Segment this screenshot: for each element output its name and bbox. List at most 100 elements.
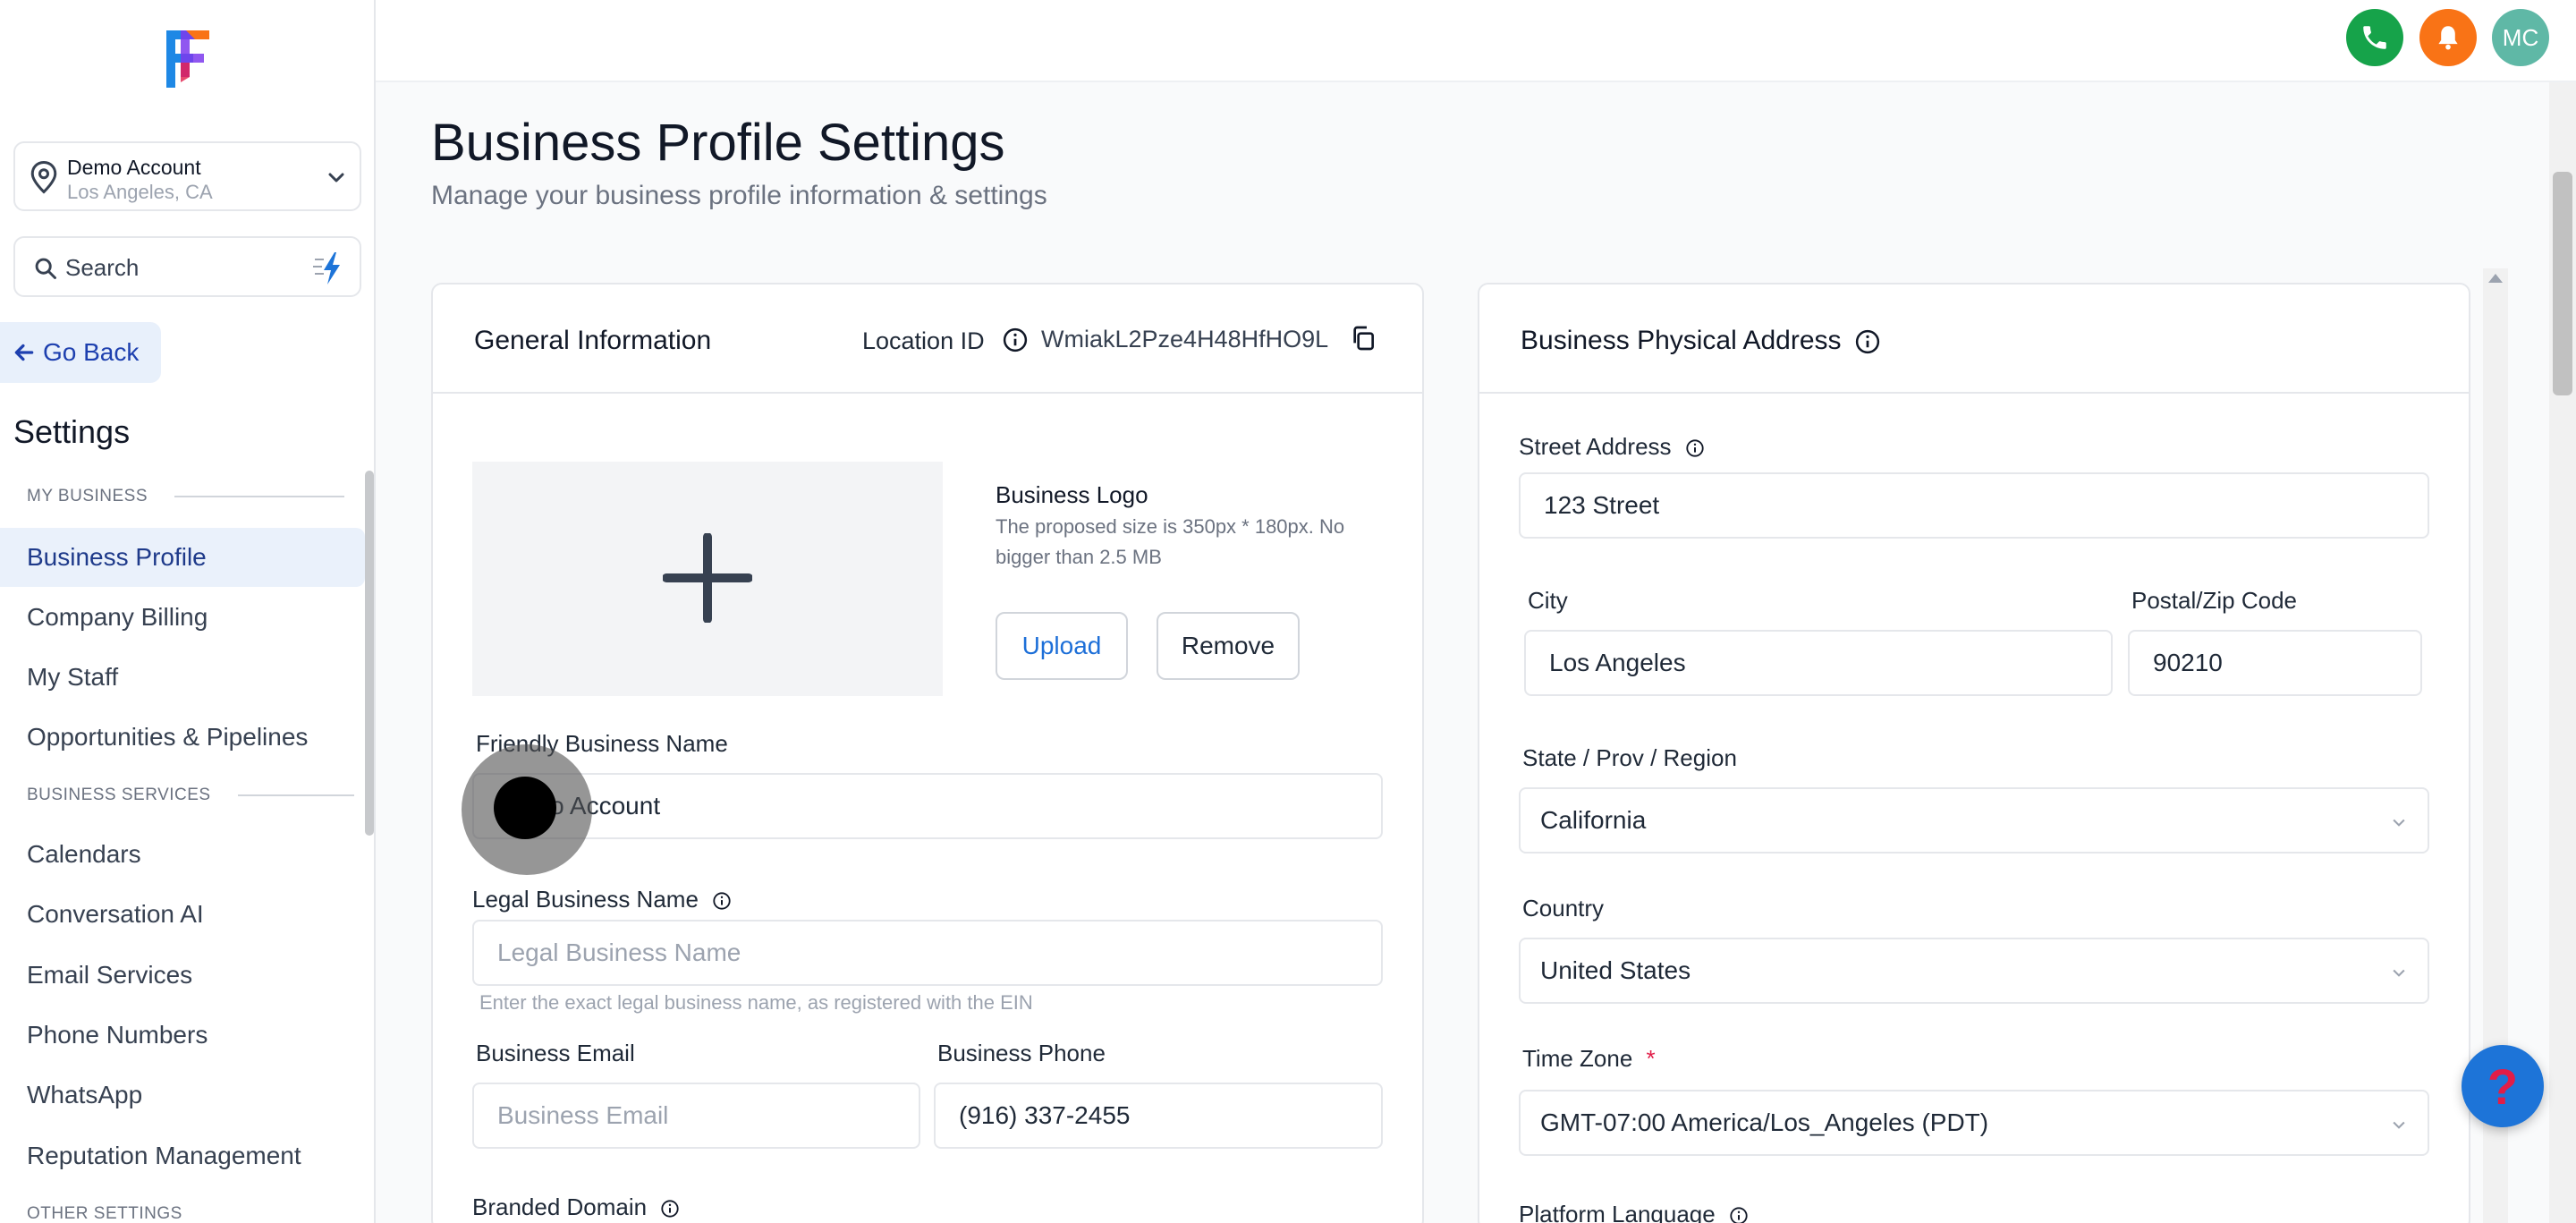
click-indicator-dot bbox=[494, 777, 556, 839]
country-value: United States bbox=[1540, 956, 1691, 984]
card-header: General Information Location ID WmiakL2P… bbox=[433, 285, 1422, 394]
info-icon[interactable] bbox=[1854, 328, 1881, 355]
business-email-input[interactable]: Business Email bbox=[472, 1083, 920, 1149]
info-icon[interactable] bbox=[1685, 438, 1705, 458]
sidebar-item-my-staff[interactable]: My Staff bbox=[0, 648, 365, 707]
legal-name-input[interactable]: Legal Business Name bbox=[472, 920, 1383, 986]
timezone-select[interactable]: GMT-07:00 America/Los_Angeles (PDT) bbox=[1519, 1090, 2429, 1156]
zip-input[interactable]: 90210 bbox=[2128, 630, 2422, 696]
section-my-business: MY BUSINESS bbox=[27, 487, 345, 506]
page-scrollbar[interactable] bbox=[2549, 82, 2576, 1223]
business-logo-title: Business Logo bbox=[996, 481, 1148, 508]
info-icon[interactable] bbox=[1002, 327, 1029, 353]
section-label: BUSINESS SERVICES bbox=[27, 786, 211, 804]
search-label: Search bbox=[65, 254, 140, 281]
timezone-label-text: Time Zone bbox=[1522, 1045, 1633, 1072]
lightning-icon[interactable] bbox=[311, 251, 347, 286]
info-icon[interactable] bbox=[712, 891, 732, 911]
user-avatar[interactable]: MC bbox=[2492, 9, 2549, 66]
logo-upload-area[interactable] bbox=[472, 462, 943, 696]
phone-icon bbox=[2363, 26, 2386, 49]
business-logo-help: The proposed size is 350px * 180px. No b… bbox=[996, 515, 1345, 568]
card-title: Business Physical Address bbox=[1521, 326, 1881, 356]
legal-name-help: Enter the exact legal business name, as … bbox=[479, 991, 1033, 1014]
sidebar-item-label: My Staff bbox=[27, 663, 119, 691]
info-icon[interactable] bbox=[1729, 1206, 1749, 1223]
chevron-down-icon bbox=[328, 173, 344, 183]
divider bbox=[237, 794, 354, 796]
sidebar-item-reputation-management[interactable]: Reputation Management bbox=[0, 1126, 365, 1185]
location-pin-icon bbox=[30, 160, 57, 194]
street-label: Street Address bbox=[1519, 433, 1705, 461]
section-other-settings: OTHER SETTINGS bbox=[27, 1204, 182, 1223]
sidebar-item-whatsapp[interactable]: WhatsApp bbox=[0, 1066, 365, 1125]
sidebar-search[interactable]: Search bbox=[13, 236, 361, 297]
chevron-down-icon bbox=[2393, 819, 2405, 827]
city-input[interactable]: Los Angeles bbox=[1524, 630, 2113, 696]
help-button[interactable]: ? bbox=[2462, 1045, 2544, 1127]
business-phone-input[interactable]: (916) 337-2455 bbox=[934, 1083, 1383, 1149]
business-phone-label: Business Phone bbox=[937, 1040, 1106, 1066]
timezone-value: GMT-07:00 America/Los_Angeles (PDT) bbox=[1540, 1108, 1989, 1136]
sidebar-item-label: Calendars bbox=[27, 840, 141, 868]
sidebar-item-business-profile[interactable]: Business Profile bbox=[0, 528, 365, 587]
go-back-label: Go Back bbox=[43, 338, 140, 366]
app-logo[interactable] bbox=[159, 27, 213, 91]
sidebar-item-phone-numbers[interactable]: Phone Numbers bbox=[0, 1006, 365, 1065]
account-name: Demo Account bbox=[67, 156, 201, 179]
friendly-name-input[interactable]: Demo Account bbox=[472, 773, 1383, 839]
street-label-text: Street Address bbox=[1519, 433, 1672, 460]
sidebar: Demo Account Los Angeles, CA Search Go B… bbox=[0, 0, 376, 1223]
country-label: Country bbox=[1522, 895, 1605, 921]
sidebar-item-label: Business Profile bbox=[27, 543, 207, 571]
arrow-left-icon bbox=[14, 344, 34, 361]
bell-icon bbox=[2438, 26, 2458, 50]
sidebar-item-opportunities[interactable]: Opportunities & Pipelines bbox=[0, 708, 365, 767]
legal-name-label: Legal Business Name bbox=[472, 886, 732, 913]
chevron-down-icon bbox=[2393, 969, 2405, 977]
search-icon bbox=[35, 258, 56, 279]
account-switcher[interactable]: Demo Account Los Angeles, CA bbox=[13, 141, 361, 211]
scroll-up-arrow-icon[interactable] bbox=[2488, 274, 2503, 283]
sidebar-item-label: Company Billing bbox=[27, 603, 208, 631]
section-label: OTHER SETTINGS bbox=[27, 1204, 182, 1223]
street-input[interactable]: 123 Street bbox=[1519, 472, 2429, 539]
copy-icon[interactable] bbox=[1349, 324, 1377, 352]
timezone-label: Time Zone * bbox=[1522, 1045, 1656, 1073]
sidebar-item-conversation-ai[interactable]: Conversation AI bbox=[0, 885, 365, 944]
country-select[interactable]: United States bbox=[1519, 938, 2429, 1004]
card-header: Business Physical Address bbox=[1479, 285, 2469, 394]
sidebar-item-email-services[interactable]: Email Services bbox=[0, 946, 365, 1005]
avatar-initials: MC bbox=[2502, 23, 2539, 51]
info-icon[interactable] bbox=[660, 1199, 680, 1219]
page-subtitle: Manage your business profile information… bbox=[431, 181, 1047, 210]
location-id-label: Location ID bbox=[862, 327, 985, 354]
state-label: State / Prov / Region bbox=[1522, 744, 1737, 771]
section-business-services: BUSINESS SERVICES bbox=[27, 786, 354, 805]
zip-label: Postal/Zip Code bbox=[2131, 587, 2297, 614]
required-marker: * bbox=[1646, 1045, 1656, 1072]
settings-heading: Settings bbox=[13, 413, 131, 450]
platform-language-label: Platform Language bbox=[1519, 1201, 1749, 1223]
platform-language-label-text: Platform Language bbox=[1519, 1201, 1716, 1223]
branded-domain-label: Branded Domain bbox=[472, 1193, 680, 1221]
go-back-button[interactable]: Go Back bbox=[0, 322, 161, 383]
state-select[interactable]: California bbox=[1519, 787, 2429, 854]
sidebar-scrollbar[interactable] bbox=[365, 471, 374, 836]
remove-button[interactable]: Remove bbox=[1157, 612, 1300, 680]
page-scrollbar-thumb[interactable] bbox=[2553, 172, 2572, 395]
card-title: General Information bbox=[474, 326, 712, 355]
city-label: City bbox=[1528, 587, 1568, 614]
account-location: Los Angeles, CA bbox=[67, 181, 213, 203]
legal-name-label-text: Legal Business Name bbox=[472, 886, 699, 913]
chevron-down-icon bbox=[2393, 1121, 2405, 1129]
phone-button[interactable] bbox=[2346, 9, 2403, 66]
plus-icon bbox=[663, 533, 752, 623]
sidebar-item-company-billing[interactable]: Company Billing bbox=[0, 588, 365, 647]
divider bbox=[174, 496, 345, 497]
location-id-value: WmiakL2Pze4H48HfHO9L bbox=[1041, 326, 1329, 352]
page-title: Business Profile Settings bbox=[431, 114, 1005, 172]
notifications-button[interactable] bbox=[2419, 9, 2477, 66]
sidebar-item-calendars[interactable]: Calendars bbox=[0, 825, 365, 884]
upload-button[interactable]: Upload bbox=[996, 612, 1128, 680]
